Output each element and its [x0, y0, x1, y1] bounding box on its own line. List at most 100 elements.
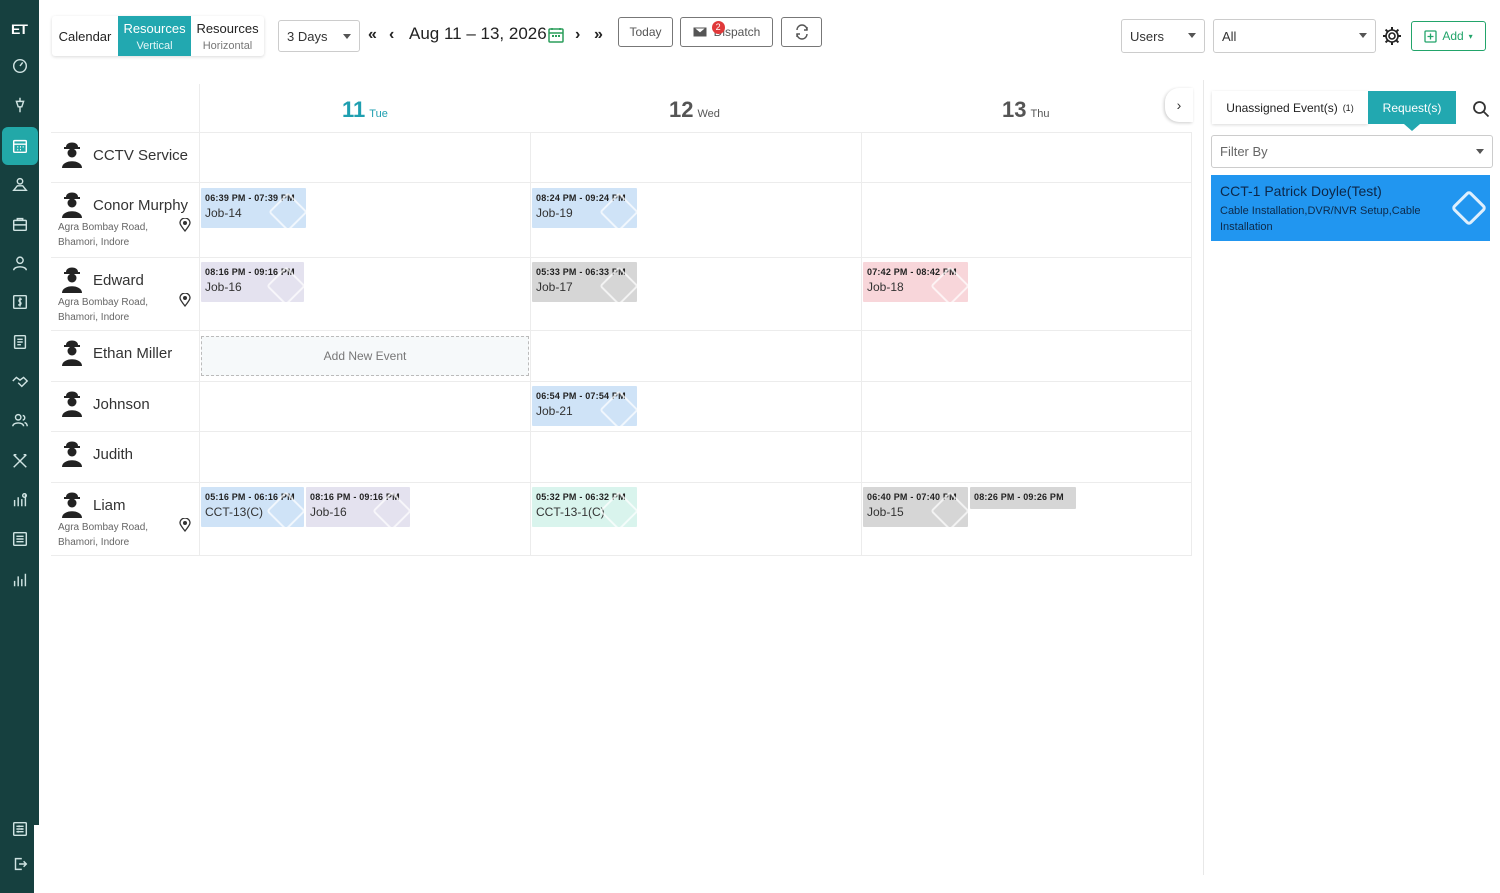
event-job-19[interactable]: 08:24 PM - 09:24 PM Job-19 [532, 188, 637, 228]
dispatch-button[interactable]: 2 Dispatch [680, 17, 773, 47]
briefcase-icon[interactable] [0, 205, 39, 243]
resource-name: Judith [93, 446, 134, 463]
chevron-down-icon [1359, 33, 1367, 38]
dispatch-icon: 2 [693, 21, 725, 39]
pin-tool-icon[interactable] [0, 86, 39, 124]
range-select[interactable]: 3 Days [278, 20, 360, 52]
chevron-down-icon [1476, 149, 1484, 154]
refresh-icon [795, 24, 808, 40]
add-button[interactable]: Add ▾ [1411, 21, 1486, 51]
event-job-16-liam[interactable]: 08:16 PM - 09:16 PM Job-16 [306, 487, 410, 527]
users-select[interactable]: Users [1121, 19, 1205, 53]
resources-horizontal-sub: Horizontal [202, 39, 253, 52]
chart-hand-icon[interactable] [0, 481, 39, 519]
resource-row-conor-murphy[interactable]: Conor Murphy Agra Bombay Road, Bhamori, … [51, 182, 199, 257]
event-job-17[interactable]: 05:33 PM - 06:33 PM Job-17 [532, 262, 637, 302]
grid-line [51, 182, 1192, 183]
chevron-down-icon [1188, 33, 1196, 38]
map-user-icon[interactable] [0, 165, 39, 203]
calendar-view-button[interactable]: Calendar [52, 16, 118, 56]
grid-line [51, 381, 1192, 382]
resource-row-edward[interactable]: Edward Agra Bombay Road, Bhamori, Indore [51, 257, 199, 330]
resource-row-cctv-service[interactable]: CCTV Service [51, 132, 199, 182]
filter-by-select[interactable]: Filter By [1211, 135, 1493, 168]
grid-line [51, 330, 1192, 331]
dashboard-icon[interactable] [0, 47, 39, 85]
range-select-value: 3 Days [287, 28, 328, 44]
users-select-value: Users [1130, 28, 1164, 44]
day-of-week: Wed [697, 108, 720, 120]
day-header-13[interactable]: 13 Thu [1002, 97, 1049, 123]
resource-row-johnson[interactable]: Johnson [51, 381, 199, 431]
technician-avatar-icon [61, 490, 83, 523]
refresh-button[interactable] [781, 17, 822, 47]
tab-label: Request(s) [1382, 100, 1442, 115]
chevron-right-icon: › [1176, 97, 1182, 113]
resource-row-judith[interactable]: Judith [51, 431, 199, 482]
event-job-18[interactable]: 07:42 PM - 08:42 PM Job-18 [863, 262, 968, 302]
technician-avatar-icon [61, 439, 83, 472]
resource-name: Edward [93, 272, 144, 289]
resource-address: Agra Bombay Road, Bhamori, Indore [58, 222, 149, 248]
resources-horizontal-label: Resources [196, 20, 259, 36]
day-header-12[interactable]: 12 Wed [669, 97, 720, 123]
bar-chart-icon[interactable] [0, 561, 39, 599]
request-title: CCT-1 Patrick Doyle(Test) [1220, 183, 1382, 199]
calendar-icon[interactable] [2, 127, 38, 165]
day-header-11[interactable]: 11 Tue [342, 97, 388, 123]
event-unnamed[interactable]: 08:26 PM - 09:26 PM [970, 487, 1076, 509]
report-icon[interactable] [0, 520, 39, 558]
team-icon[interactable] [0, 401, 39, 439]
search-icon[interactable] [1472, 100, 1490, 123]
gear-icon[interactable] [1382, 26, 1402, 51]
event-job-16[interactable]: 08:16 PM - 09:16 PM Job-16 [201, 262, 304, 302]
all-select-value: All [1222, 28, 1237, 44]
prev-fast-icon[interactable]: « [368, 26, 377, 44]
chevron-down-icon: ▾ [1468, 31, 1473, 41]
tools-icon[interactable] [0, 442, 39, 480]
calendar-picker-icon[interactable] [548, 27, 564, 48]
document-icon[interactable] [0, 323, 39, 361]
request-card[interactable]: CCT-1 Patrick Doyle(Test) Cable Installa… [1211, 175, 1490, 241]
resource-name: Liam [93, 497, 126, 514]
technician-avatar-icon [61, 338, 83, 371]
resource-row-ethan-miller[interactable]: Ethan Miller [51, 330, 199, 381]
resources-horizontal-button[interactable]: Resources Horizontal [191, 16, 264, 56]
location-pin-icon[interactable] [179, 292, 191, 312]
prev-icon[interactable]: ‹ [389, 26, 394, 44]
location-pin-icon[interactable] [179, 217, 191, 237]
plus-icon [1424, 29, 1437, 43]
today-button[interactable]: Today [618, 17, 673, 47]
event-cct-13-c[interactable]: 05:16 PM - 06:16 PM CCT-13(C) [201, 487, 304, 527]
event-job-15[interactable]: 06:40 PM - 07:40 PM Job-15 [863, 487, 968, 527]
handshake-icon[interactable] [0, 362, 39, 400]
add-new-event-slot[interactable]: Add New Event [201, 336, 529, 376]
event-time: 08:26 PM - 09:26 PM [974, 492, 1064, 502]
event-job-21[interactable]: 06:54 PM - 07:54 PM Job-21 [532, 386, 637, 426]
resource-name: Johnson [93, 396, 150, 413]
grid-line [51, 257, 1192, 258]
day-number: 11 [342, 97, 366, 122]
sidebar-notch [34, 825, 40, 893]
resource-name: Ethan Miller [93, 345, 173, 362]
next-icon[interactable]: › [575, 26, 580, 44]
tab-requests[interactable]: Request(s) [1368, 91, 1456, 131]
resource-address: Agra Bombay Road, Bhamori, Indore [58, 522, 149, 548]
all-select[interactable]: All [1213, 19, 1376, 53]
next-fast-icon[interactable]: » [594, 26, 603, 44]
resources-vertical-button[interactable]: Resources Vertical [118, 16, 191, 56]
event-cct-13-1-c[interactable]: 05:32 PM - 06:32 PM CCT-13-1(C) [532, 487, 637, 527]
tab-unassigned-events[interactable]: Unassigned Event(s) (1) [1212, 91, 1368, 124]
resource-row-liam[interactable]: Liam Agra Bombay Road, Bhamori, Indore [51, 482, 199, 555]
location-pin-icon[interactable] [179, 517, 191, 537]
user-icon[interactable] [0, 244, 39, 282]
resources-vertical-sub: Vertical [136, 39, 173, 52]
dollar-icon[interactable] [0, 283, 39, 321]
date-range: Aug 11 – 13, 2026 [409, 24, 547, 43]
technician-avatar-icon [61, 265, 83, 298]
event-job-14[interactable]: 06:39 PM - 07:39 PM Job-14 [201, 188, 306, 228]
next-day-button[interactable]: › [1165, 88, 1193, 122]
chevron-down-icon [343, 34, 351, 39]
grid-line [51, 431, 1192, 432]
grid-line [51, 555, 1192, 556]
